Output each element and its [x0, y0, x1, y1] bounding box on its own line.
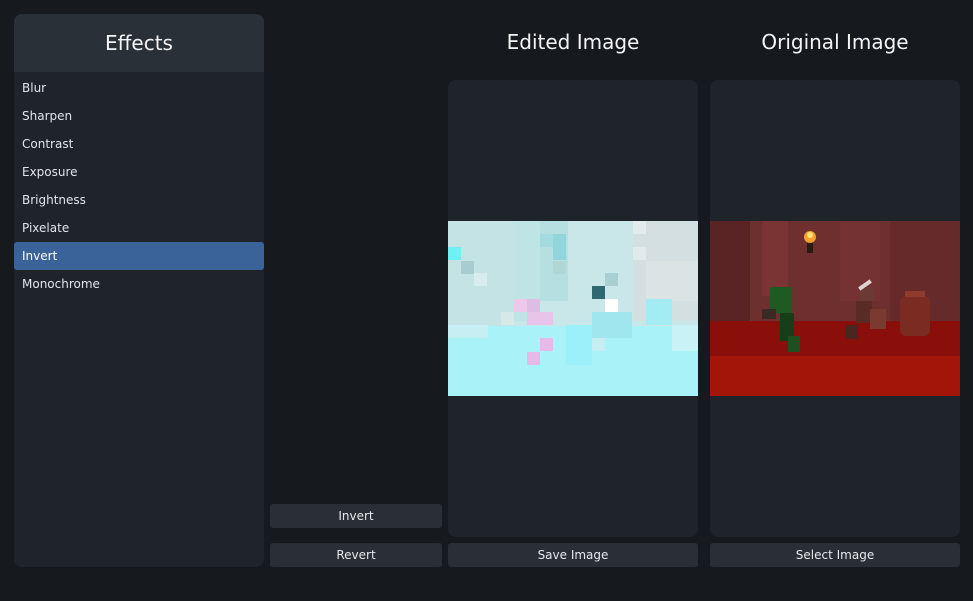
original-image-panel: [710, 80, 960, 537]
save-image-button[interactable]: Save Image: [448, 543, 698, 567]
edited-image-panel: [448, 80, 698, 537]
effect-item-contrast[interactable]: Contrast: [14, 130, 264, 158]
revert-button[interactable]: Revert: [270, 543, 442, 567]
effect-item-exposure[interactable]: Exposure: [14, 158, 264, 186]
edited-image-pixels: [448, 221, 698, 396]
effect-item-sharpen[interactable]: Sharpen: [14, 102, 264, 130]
effect-item-invert[interactable]: Invert: [14, 242, 264, 270]
select-image-button[interactable]: Select Image: [710, 543, 960, 567]
apply-effect-button[interactable]: Invert: [270, 504, 442, 528]
original-image-scene: [710, 221, 960, 396]
original-image: [710, 221, 960, 396]
effects-sidebar: Effects Blur Sharpen Contrast Exposure B…: [14, 14, 264, 567]
edited-image-title: Edited Image: [506, 30, 640, 54]
effect-item-monochrome[interactable]: Monochrome: [14, 270, 264, 298]
original-image-title: Original Image: [761, 30, 909, 54]
effect-list: Blur Sharpen Contrast Exposure Brightnes…: [14, 74, 264, 298]
effect-item-blur[interactable]: Blur: [14, 74, 264, 102]
effect-item-brightness[interactable]: Brightness: [14, 186, 264, 214]
sidebar-title: Effects: [14, 14, 264, 72]
effect-item-pixelate[interactable]: Pixelate: [14, 214, 264, 242]
edited-image: [448, 221, 698, 396]
